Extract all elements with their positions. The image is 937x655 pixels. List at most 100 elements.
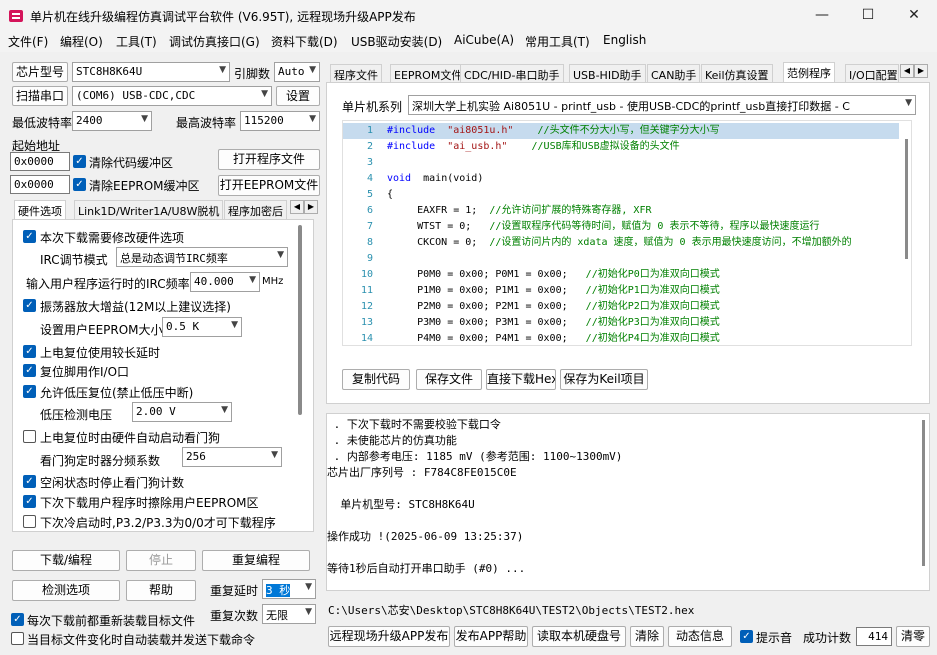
- copy-code-button[interactable]: 复制代码: [342, 369, 410, 390]
- clear-log-button[interactable]: 清除: [630, 626, 664, 647]
- code-editor[interactable]: 1 #include "ai8051u.h" //头文件不分大小写，但关键字分大小…: [342, 120, 912, 346]
- repeat-delay-label: 重复延时: [210, 584, 259, 598]
- beep-label: 提示音: [756, 631, 793, 645]
- opt-p32-p33-checkbox[interactable]: [23, 515, 36, 528]
- port-select[interactable]: (COM6) USB-CDC,CDC ▼: [72, 86, 272, 106]
- chevron-down-icon: ▼: [271, 450, 278, 460]
- eeprom-address-input[interactable]: 0x0000: [10, 175, 70, 194]
- line-number: 10: [360, 269, 373, 280]
- menu-common-tools[interactable]: 常用工具(T): [525, 33, 590, 50]
- menu-file[interactable]: 文件(F): [8, 33, 48, 50]
- opt-reset-io-checkbox[interactable]: ✓: [23, 364, 36, 377]
- reload-checkbox[interactable]: ✓: [11, 613, 24, 626]
- eeprom-size-select[interactable]: 0.5 K ▼: [162, 317, 242, 337]
- pin-count-select[interactable]: Auto ▼: [274, 62, 320, 82]
- right-tab-next-icon[interactable]: ▶: [914, 64, 928, 78]
- save-file-button[interactable]: 保存文件: [416, 369, 482, 390]
- chip-model-select[interactable]: STC8H8K64U ▼: [72, 62, 230, 82]
- code-text: "ai_usb.h": [435, 141, 508, 152]
- code-address-input[interactable]: 0x0000: [10, 152, 70, 171]
- opt-wdt-auto-checkbox[interactable]: [23, 430, 36, 443]
- open-eeprom-button[interactable]: 打开EEPROM文件: [218, 175, 320, 196]
- reprogram-button[interactable]: 重复编程: [202, 550, 310, 571]
- clear-code-checkbox[interactable]: ✓: [73, 155, 86, 168]
- anim-info-button[interactable]: 动态信息: [668, 626, 732, 647]
- line-number: 12: [360, 301, 373, 312]
- code-line: 7 WTST = 0; //设置取程序代码等待时间，赋值为 0 表示不等待，程序…: [343, 219, 899, 235]
- opt-low-voltage-label: 允许低压复位(禁止低压中断): [40, 386, 194, 400]
- menu-tools[interactable]: 工具(T): [116, 33, 157, 50]
- line-number: 7: [366, 221, 373, 232]
- menu-downloads[interactable]: 资料下载(D): [271, 33, 338, 50]
- log-scrollbar[interactable]: [922, 420, 925, 566]
- tab-hardware-options[interactable]: 硬件选项: [14, 200, 66, 221]
- repeat-delay-select[interactable]: 3 秒 ▼: [262, 579, 316, 599]
- chevron-down-icon: ▼: [219, 65, 226, 75]
- direct-download-button[interactable]: 直接下载Hex: [486, 369, 556, 390]
- tab-next-icon[interactable]: ▶: [304, 200, 318, 214]
- stop-button[interactable]: 停止: [126, 550, 196, 571]
- save-keil-button[interactable]: 保存为Keil项目: [560, 369, 648, 390]
- menu-english[interactable]: English: [603, 33, 646, 47]
- clear-eeprom-checkbox[interactable]: ✓: [73, 178, 86, 191]
- code-line: 10 P0M0 = 0x00; P0M1 = 0x00; //初始化P0口为准双…: [343, 267, 899, 283]
- minimize-button[interactable]: —: [799, 0, 845, 30]
- line-number: 14: [360, 333, 373, 344]
- settings-button[interactable]: 设置: [276, 86, 320, 106]
- download-button[interactable]: 下载/编程: [12, 550, 120, 571]
- detect-options-button[interactable]: 检测选项: [12, 580, 120, 601]
- options-scrollbar[interactable]: [298, 225, 302, 415]
- code-scrollbar[interactable]: [905, 139, 908, 259]
- close-button[interactable]: ✕: [891, 0, 937, 30]
- menu-debug-interface[interactable]: 调试仿真接口(G): [169, 33, 260, 50]
- opt-osc-gain-label: 振荡器放大增益(12M以上建议选择): [40, 300, 231, 314]
- opt-osc-gain-checkbox[interactable]: ✓: [23, 299, 36, 312]
- menu-usb-driver[interactable]: USB驱动安装(D): [351, 33, 442, 50]
- line-number: 11: [360, 285, 373, 296]
- menu-program[interactable]: 编程(O): [60, 33, 103, 50]
- irc-mode-select[interactable]: 总是动态调节IRC频率 ▼: [116, 247, 288, 267]
- opt-erase-eeprom-checkbox[interactable]: ✓: [23, 495, 36, 508]
- clear-code-label: 清除代码缓冲区: [89, 156, 174, 170]
- tab-prev-icon[interactable]: ◀: [290, 200, 304, 214]
- opt-long-delay-checkbox[interactable]: ✓: [23, 345, 36, 358]
- opt-low-voltage-checkbox[interactable]: ✓: [23, 385, 36, 398]
- scan-port-button[interactable]: 扫描串口: [12, 86, 68, 106]
- repeat-count-select[interactable]: 无限 ▼: [262, 604, 316, 624]
- chevron-down-icon: ▼: [261, 89, 268, 99]
- min-baud-select[interactable]: 2400 ▼: [72, 111, 152, 131]
- maximize-button[interactable]: ☐: [845, 0, 891, 30]
- log-output[interactable]: . 下次下载时不需要校验下载口令 . 未使能芯片的仿真功能 . 内部参考电压: …: [326, 413, 930, 591]
- lvd-label: 低压检测电压: [40, 408, 113, 422]
- auto-load-checkbox[interactable]: [11, 632, 24, 645]
- lvd-select[interactable]: 2.00 V ▼: [132, 402, 232, 422]
- wdt-prescaler-select[interactable]: 256 ▼: [182, 447, 282, 467]
- opt-modify-hw-checkbox[interactable]: ✓: [23, 230, 36, 243]
- code-text: CKCON = 0;: [387, 237, 478, 248]
- tab-link1d[interactable]: Link1D/Writer1A/U8W脱机: [74, 200, 224, 221]
- right-tab-prev-icon[interactable]: ◀: [900, 64, 914, 78]
- opt-idle-wdt-checkbox[interactable]: ✓: [23, 475, 36, 488]
- code-line: 6 EAXFR = 1; //允许访问扩展的特殊寄存器, XFR: [343, 203, 899, 219]
- code-keyword: #include: [387, 141, 436, 152]
- repeat-count-label: 重复次数: [210, 609, 259, 623]
- irc-freq-select[interactable]: 40.000 ▼: [190, 272, 260, 292]
- publish-help-button[interactable]: 发布APP帮助: [454, 626, 528, 647]
- line-number: 5: [366, 189, 373, 200]
- tab-encryption[interactable]: 程序加密后: [224, 200, 287, 221]
- tab-examples[interactable]: 范例程序: [783, 62, 835, 82]
- series-select[interactable]: 深圳大学上机实验 Ai8051U - printf_usb - 使用USB-CD…: [408, 95, 916, 115]
- code-line: 12 P2M0 = 0x00; P2M1 = 0x00; //初始化P2口为准双…: [343, 299, 899, 315]
- help-button[interactable]: 帮助: [126, 580, 196, 601]
- beep-checkbox[interactable]: ✓: [740, 630, 753, 643]
- max-baud-label: 最高波特率: [176, 116, 237, 130]
- max-baud-select[interactable]: 115200 ▼: [240, 111, 320, 131]
- open-program-button[interactable]: 打开程序文件: [218, 149, 320, 170]
- menu-aicube[interactable]: AiCube(A): [454, 33, 514, 47]
- read-disk-button[interactable]: 读取本机硬盘号: [532, 626, 626, 647]
- chevron-down-icon: ▼: [249, 275, 256, 285]
- remote-upgrade-button[interactable]: 远程现场升级APP发布: [328, 626, 450, 647]
- code-line: 13 P3M0 = 0x00; P3M1 = 0x00; //初始化P3口为准双…: [343, 315, 899, 331]
- reset-count-button[interactable]: 清零: [896, 626, 930, 647]
- chevron-down-icon: ▼: [221, 405, 228, 415]
